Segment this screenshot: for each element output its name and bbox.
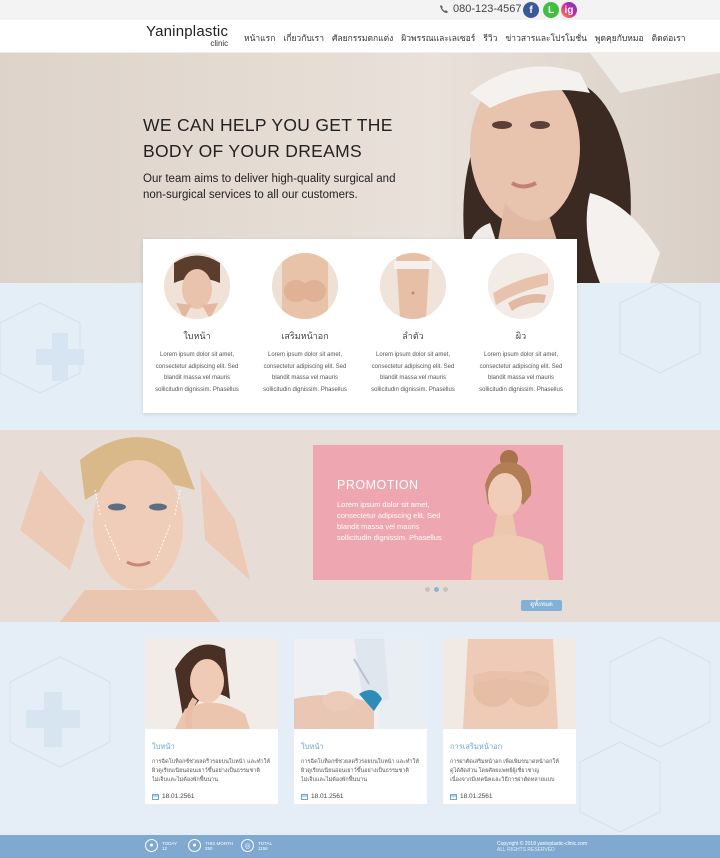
service-description: Lorem ipsum dolor sit amet, consectetur a… (371, 352, 455, 393)
article-image (294, 639, 427, 729)
article-date: 18.01.2561 (301, 793, 427, 800)
services-panel: ใบหน้า Lorem ipsum dolor sit amet, consec… (143, 239, 577, 413)
globe-icon: ◎ (241, 839, 254, 852)
logo-sub: clinic (210, 39, 229, 48)
nav-talk-doctor[interactable]: พูดคุยกับหมอ (595, 31, 644, 45)
article-image (145, 639, 278, 729)
service-title: ลำตัว (402, 331, 424, 341)
carousel-dot-active[interactable] (434, 587, 439, 592)
nav-home[interactable]: หน้าแรก (244, 31, 275, 45)
phone-number[interactable]: 080-123-4567 (439, 3, 522, 15)
service-title: เสริมหน้าอก (281, 331, 329, 341)
article-card[interactable]: การเสริมหน้าอก การผ่าตัดเสริมหน้าอก เพื่… (443, 639, 576, 804)
nav-contact[interactable]: ติดต่อเรา (652, 31, 686, 45)
article-card[interactable]: ใบหน้า การฉีดโบท็อกซ์ช่วยลดริ้วรอยบนใบหน… (145, 639, 278, 804)
main-nav: หน้าแรก เกี่ยวกับเรา ศัลยกรรมตกแต่ง ผิวพ… (244, 31, 685, 45)
service-description: Lorem ipsum dolor sit amet, consectetur a… (263, 352, 347, 393)
service-item-face[interactable]: ใบหน้า Lorem ipsum dolor sit amet, consec… (143, 239, 251, 396)
carousel-dots (425, 587, 448, 592)
view-all-button[interactable]: ดูทั้งหมด (521, 600, 562, 611)
nav-skin-laser[interactable]: ผิวพรรณและเลเซอร์ (401, 31, 475, 45)
copyright: Copyright © 2018 yaninplastic-clinic.com… (497, 841, 588, 853)
calendar-icon (301, 794, 308, 800)
top-bar: 080-123-4567 f L ig (0, 0, 720, 20)
service-item-skin[interactable]: ผิว Lorem ipsum dolor sit amet, consectet… (467, 239, 575, 396)
logo-main: Yaninplastic (146, 23, 229, 40)
promotion-card[interactable]: PROMOTION Lorem ipsum dolor sit amet, con… (313, 445, 563, 580)
promotion-model-image (471, 450, 549, 580)
site-header: Yaninplastic clinic หน้าแรก เกี่ยวกับเรา… (0, 20, 720, 53)
article-title: การเสริมหน้าอก (450, 742, 503, 751)
promotion-section: PROMOTION Lorem ipsum dolor sit amet, con… (0, 430, 720, 622)
logo[interactable]: Yaninplastic clinic (146, 24, 228, 48)
calendar-icon (450, 794, 457, 800)
visitor-stat-month: ● THIS MONTH 250 (188, 839, 233, 852)
promotion-text: Lorem ipsum dolor sit amet, consectetur a… (337, 500, 442, 542)
article-date: 18.01.2561 (450, 793, 576, 800)
site-footer: ● TODAY 12 ● THIS MONTH 250 ◎ TOTAL 1158 Co… (0, 835, 720, 858)
calendar-icon (152, 794, 159, 800)
service-title: ใบหน้า (183, 331, 211, 341)
article-card[interactable]: ใบหน้า การฉีดโบท็อกซ์ช่วยลดริ้วรอยบนใบหน… (294, 639, 427, 804)
service-image-body (380, 253, 446, 319)
service-title: ผิว (515, 331, 527, 341)
article-image (443, 639, 576, 729)
hero-title: WE CAN HELP YOU GET THE BODY OF YOUR DRE… (143, 115, 393, 161)
instagram-icon[interactable]: ig (561, 2, 577, 18)
service-description: Lorem ipsum dolor sit amet, consectetur a… (155, 352, 239, 393)
visitor-stat-today: ● TODAY 12 (145, 839, 177, 852)
service-item-breast[interactable]: เสริมหน้าอก Lorem ipsum dolor sit amet, c… (251, 239, 359, 396)
nav-plastic-surgery[interactable]: ศัลยกรรมตกแต่ง (332, 31, 393, 45)
service-image-face (164, 253, 230, 319)
nav-about[interactable]: เกี่ยวกับเรา (283, 31, 324, 45)
carousel-dot[interactable] (443, 587, 448, 592)
article-title: ใบหน้า (152, 742, 175, 751)
service-image-breast (272, 253, 338, 319)
carousel-dot[interactable] (425, 587, 430, 592)
phone-icon (440, 5, 448, 13)
service-item-body[interactable]: ลำตัว Lorem ipsum dolor sit amet, consect… (359, 239, 467, 396)
article-date: 18.01.2561 (152, 793, 278, 800)
phone-text: 080-123-4567 (453, 3, 522, 15)
line-icon[interactable]: L (543, 2, 559, 18)
article-excerpt: การฉีดโบท็อกซ์ช่วยลดริ้วรอยบนใบหน้า และท… (152, 759, 270, 783)
service-description: Lorem ipsum dolor sit amet, consectetur a… (479, 352, 563, 393)
hero-subtitle: Our team aims to deliver high-quality su… (143, 173, 396, 201)
nav-review[interactable]: รีวิว (483, 31, 497, 45)
person-icon: ● (145, 839, 158, 852)
promotion-title: PROMOTION (337, 478, 419, 492)
article-title: ใบหน้า (301, 742, 324, 751)
facebook-icon[interactable]: f (523, 2, 539, 18)
service-image-skin (488, 253, 554, 319)
visitor-stat-total: ◎ TOTAL 1158 (241, 839, 272, 852)
promo-model-image (20, 437, 250, 622)
article-excerpt: การผ่าตัดเสริมหน้าอก เพื่อเพิ่มขนาดหน้าอ… (450, 759, 559, 783)
group-icon: ● (188, 839, 201, 852)
nav-news-promotion[interactable]: ข่าวสารและโปรโมชั่น (505, 31, 586, 45)
article-excerpt: การฉีดโบท็อกซ์ช่วยลดริ้วรอยบนใบหน้า และท… (301, 759, 419, 783)
